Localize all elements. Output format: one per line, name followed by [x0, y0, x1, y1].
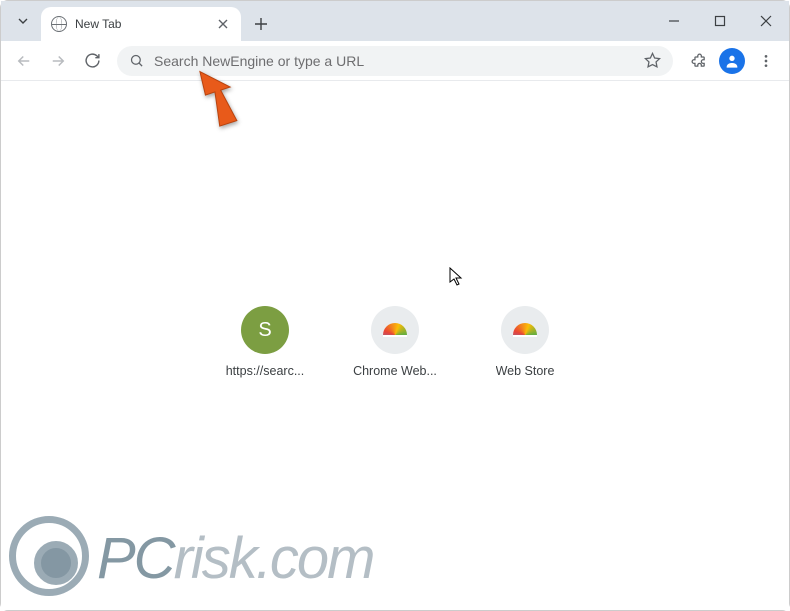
extensions-button[interactable]: [683, 46, 713, 76]
shortcuts-row: S https://searc... Chrome Web... Web Sto…: [217, 306, 573, 378]
watermark-text: PCrisk.com: [97, 525, 373, 592]
globe-icon: [51, 16, 67, 32]
forward-button[interactable]: [43, 46, 73, 76]
shortcut-letter-icon: S: [241, 306, 289, 354]
tab-title: New Tab: [75, 17, 207, 31]
close-window-button[interactable]: [743, 1, 789, 41]
shortcut-label: Chrome Web...: [353, 364, 437, 378]
maximize-button[interactable]: [697, 1, 743, 41]
bookmark-star-icon[interactable]: [644, 52, 661, 69]
shortcut-chrome-icon: [501, 306, 549, 354]
active-tab[interactable]: New Tab: [41, 7, 241, 41]
new-tab-page: S https://searc... Chrome Web... Web Sto…: [1, 81, 789, 610]
shortcut-chrome-icon: [371, 306, 419, 354]
avatar-icon: [719, 48, 745, 74]
shortcut-tile[interactable]: Chrome Web...: [347, 306, 443, 378]
search-icon: [129, 53, 144, 68]
shortcut-label: https://searc...: [226, 364, 305, 378]
reload-button[interactable]: [77, 46, 107, 76]
minimize-button[interactable]: [651, 1, 697, 41]
toolbar: Search NewEngine or type a URL: [1, 41, 789, 81]
window-controls: [651, 1, 789, 41]
watermark: PCrisk.com: [9, 516, 373, 600]
menu-button[interactable]: [751, 46, 781, 76]
shortcut-tile[interactable]: Web Store: [477, 306, 573, 378]
annotation-arrow-icon: [189, 63, 249, 138]
shortcut-label: Web Store: [496, 364, 555, 378]
shortcut-tile[interactable]: S https://searc...: [217, 306, 313, 378]
profile-button[interactable]: [717, 46, 747, 76]
tab-strip: New Tab: [1, 1, 789, 41]
search-tabs-button[interactable]: [9, 7, 37, 35]
back-button[interactable]: [9, 46, 39, 76]
close-tab-button[interactable]: [215, 16, 231, 32]
cursor-icon: [449, 267, 465, 292]
watermark-logo-icon: [9, 516, 89, 596]
new-tab-button[interactable]: [247, 10, 275, 38]
